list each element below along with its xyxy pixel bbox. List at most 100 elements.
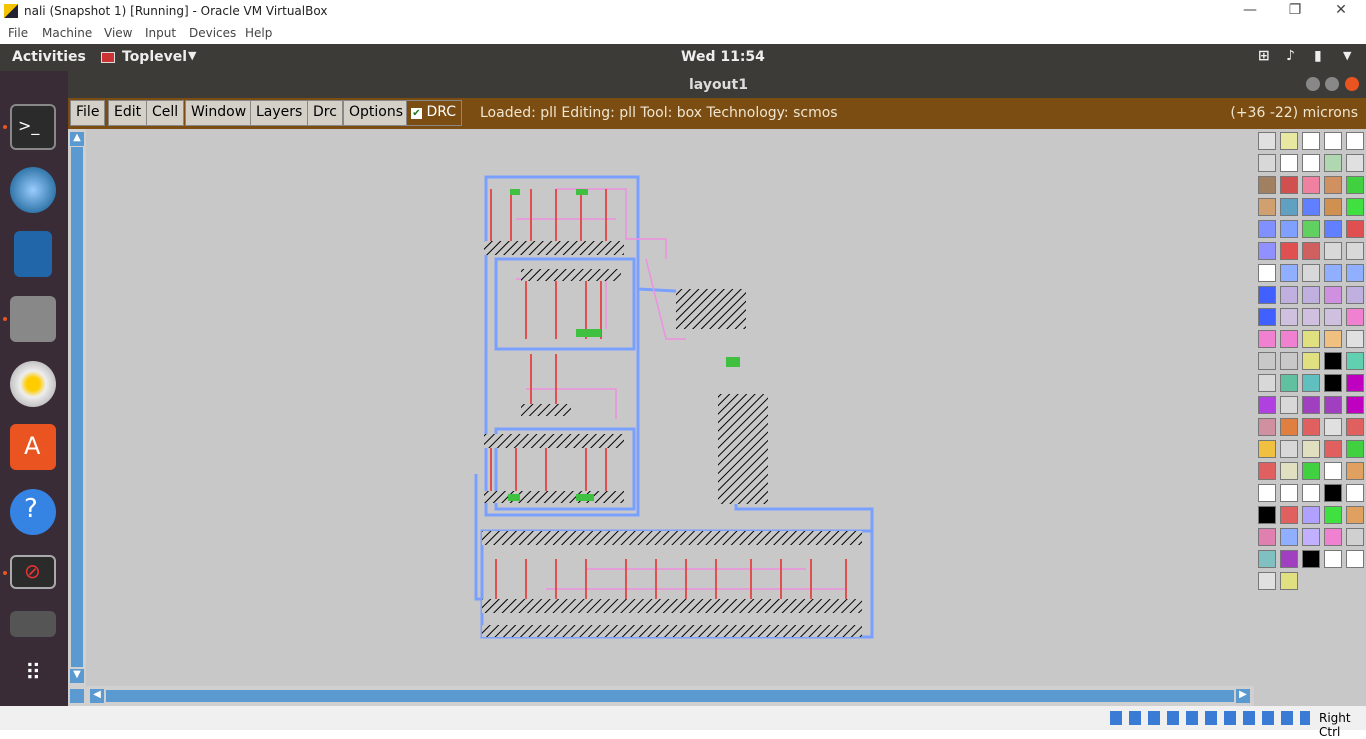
menu-view[interactable]: View xyxy=(104,26,132,40)
layer-swatch[interactable] xyxy=(1258,220,1276,238)
layer-swatch[interactable] xyxy=(1258,264,1276,282)
layer-swatch[interactable] xyxy=(1346,484,1364,502)
device-status-icons[interactable] xyxy=(1110,711,1310,725)
layer-swatch[interactable] xyxy=(1302,462,1320,480)
layer-swatch[interactable] xyxy=(1324,308,1342,326)
layer-swatch[interactable] xyxy=(1258,132,1276,150)
layer-swatch[interactable] xyxy=(1324,132,1342,150)
maximize-icon[interactable] xyxy=(1325,77,1339,91)
layer-swatch[interactable] xyxy=(1302,154,1320,172)
layer-swatch[interactable] xyxy=(1302,330,1320,348)
layer-swatch[interactable] xyxy=(1280,572,1298,590)
layer-swatch[interactable] xyxy=(1302,308,1320,326)
layer-swatch[interactable] xyxy=(1258,286,1276,304)
layer-swatch[interactable] xyxy=(1324,374,1342,392)
vertical-scroll-thumb[interactable] xyxy=(71,147,83,667)
layer-swatch[interactable] xyxy=(1324,220,1342,238)
layer-swatch[interactable] xyxy=(1280,528,1298,546)
layer-swatch[interactable] xyxy=(1280,308,1298,326)
layer-swatch[interactable] xyxy=(1324,418,1342,436)
layer-swatch[interactable] xyxy=(1302,550,1320,568)
layer-swatch[interactable] xyxy=(1258,176,1276,194)
menu-devices[interactable]: Devices xyxy=(189,26,236,40)
layer-swatch[interactable] xyxy=(1346,132,1364,150)
layer-swatch[interactable] xyxy=(1324,506,1342,524)
layer-swatch[interactable] xyxy=(1280,264,1298,282)
layer-swatch[interactable] xyxy=(1324,396,1342,414)
menu-file[interactable]: File xyxy=(8,26,28,40)
layer-swatch[interactable] xyxy=(1280,132,1298,150)
layer-swatch[interactable] xyxy=(1302,440,1320,458)
close-icon[interactable] xyxy=(1345,77,1359,91)
layer-swatch[interactable] xyxy=(1280,506,1298,524)
network-icon[interactable]: ⊞ xyxy=(1258,48,1270,64)
writer-icon[interactable] xyxy=(14,231,52,277)
vertical-scrollbar[interactable]: ▲ ▼ xyxy=(68,129,86,686)
layer-swatch[interactable] xyxy=(1324,242,1342,260)
layer-swatch[interactable] xyxy=(1280,330,1298,348)
layer-swatch[interactable] xyxy=(1346,374,1364,392)
software-center-icon[interactable]: A xyxy=(10,424,56,470)
layer-swatch[interactable] xyxy=(1258,462,1276,480)
layer-swatch[interactable] xyxy=(1258,396,1276,414)
layer-swatch[interactable] xyxy=(1346,220,1364,238)
layer-swatch[interactable] xyxy=(1302,396,1320,414)
layout-drawing[interactable] xyxy=(86,129,1254,686)
layer-swatch[interactable] xyxy=(1324,330,1342,348)
layer-swatch[interactable] xyxy=(1280,220,1298,238)
layer-swatch[interactable] xyxy=(1302,264,1320,282)
layer-swatch[interactable] xyxy=(1258,374,1276,392)
files-icon[interactable] xyxy=(10,296,56,342)
scroll-right-icon[interactable]: ▶ xyxy=(1236,689,1250,703)
layer-swatch[interactable] xyxy=(1280,462,1298,480)
show-apps-icon[interactable]: ⠿ xyxy=(10,651,56,697)
layer-swatch[interactable] xyxy=(1346,462,1364,480)
layer-swatch[interactable] xyxy=(1302,506,1320,524)
layer-swatch[interactable] xyxy=(1346,352,1364,370)
layer-swatch[interactable] xyxy=(1302,242,1320,260)
layer-swatch[interactable] xyxy=(1280,550,1298,568)
battery-icon[interactable]: ▮ xyxy=(1314,48,1322,64)
layer-swatch[interactable] xyxy=(1346,308,1364,326)
magic-menu-window[interactable]: Window xyxy=(185,100,253,126)
layer-swatch[interactable] xyxy=(1258,484,1276,502)
clock[interactable]: Wed 11:54 xyxy=(681,49,765,65)
layer-swatch[interactable] xyxy=(1302,352,1320,370)
layer-swatch[interactable] xyxy=(1258,330,1276,348)
layer-swatch[interactable] xyxy=(1346,264,1364,282)
layer-swatch[interactable] xyxy=(1302,176,1320,194)
horizontal-scrollbar[interactable]: ◀ ▶ xyxy=(68,686,1254,706)
magic-menu-layers[interactable]: Layers xyxy=(250,100,309,126)
layer-swatch[interactable] xyxy=(1302,528,1320,546)
close-icon[interactable]: ✕ xyxy=(1329,2,1353,20)
layer-swatch[interactable] xyxy=(1324,286,1342,304)
layer-swatch[interactable] xyxy=(1346,286,1364,304)
layer-swatch[interactable] xyxy=(1324,176,1342,194)
layer-swatch[interactable] xyxy=(1258,528,1276,546)
layer-swatch[interactable] xyxy=(1324,154,1342,172)
layer-swatch[interactable] xyxy=(1324,550,1342,568)
minimize-icon[interactable] xyxy=(1306,77,1320,91)
scroll-left-icon[interactable]: ◀ xyxy=(90,689,104,703)
menu-machine[interactable]: Machine xyxy=(42,26,92,40)
magic-menu-drc[interactable]: Drc xyxy=(307,100,343,126)
layer-swatch[interactable] xyxy=(1346,506,1364,524)
system-menu-icon[interactable]: ▼ xyxy=(1343,49,1351,62)
magic-menu-file[interactable]: File xyxy=(70,100,106,126)
layer-swatch[interactable] xyxy=(1346,242,1364,260)
layout-canvas[interactable] xyxy=(86,129,1254,686)
layer-swatch[interactable] xyxy=(1324,440,1342,458)
terminal-icon[interactable]: >_ xyxy=(10,104,56,150)
minimize-icon[interactable]: — xyxy=(1238,2,1262,20)
layer-swatch[interactable] xyxy=(1346,550,1364,568)
layer-swatch[interactable] xyxy=(1302,484,1320,502)
layer-swatch[interactable] xyxy=(1258,418,1276,436)
menu-help[interactable]: Help xyxy=(245,26,272,40)
layer-swatch[interactable] xyxy=(1346,440,1364,458)
help-icon[interactable]: ? xyxy=(10,489,56,535)
layer-swatch[interactable] xyxy=(1302,220,1320,238)
layer-swatch[interactable] xyxy=(1258,198,1276,216)
layer-swatch[interactable] xyxy=(1280,286,1298,304)
no-entry-icon[interactable]: ⊘ xyxy=(10,555,56,589)
layer-swatch[interactable] xyxy=(1324,484,1342,502)
